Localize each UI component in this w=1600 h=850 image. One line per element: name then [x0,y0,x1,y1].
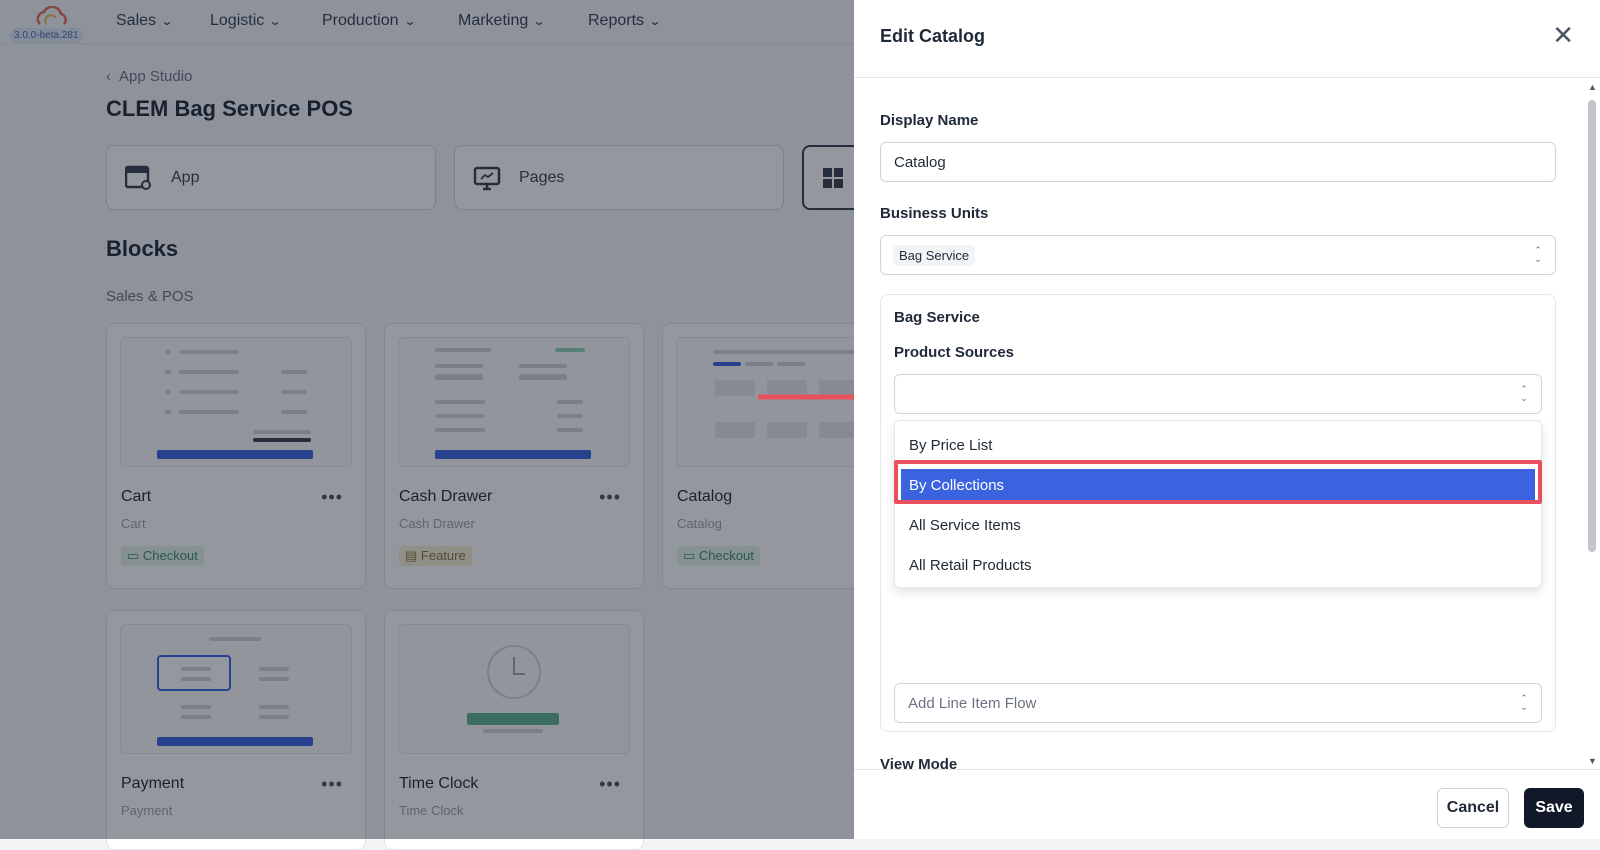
updown-chevron-icon: ⌃ ⌄ [1520,384,1528,403]
drawer-header: Edit Catalog ✕ [854,0,1600,78]
option-by-price-list[interactable]: By Price List [895,425,1543,465]
cancel-button[interactable]: Cancel [1437,788,1509,828]
scroll-up-icon[interactable]: ▲ [1588,82,1597,92]
option-all-retail-products[interactable]: All Retail Products [895,545,1543,585]
product-sources-dropdown: By Price List By Collections All Service… [894,420,1542,588]
display-name-value: Catalog [894,153,946,171]
add-line-item-placeholder: Add Line Item Flow [908,694,1037,712]
annotation-highlight-box [894,460,1542,504]
save-button[interactable]: Save [1524,788,1584,828]
business-units-select[interactable]: Bag Service ⌃ ⌄ [880,235,1556,275]
view-mode-label: View Mode [880,756,958,769]
display-name-input[interactable]: Catalog [880,142,1556,182]
scroll-down-icon[interactable]: ▼ [1588,756,1597,766]
updown-chevron-icon: ⌃ ⌄ [1534,245,1542,264]
drawer-title: Edit Catalog [880,26,986,46]
add-line-item-flow-select[interactable]: Add Line Item Flow ⌃ ⌄ [894,683,1542,723]
close-icon[interactable]: ✕ [1552,22,1574,48]
option-all-service-items[interactable]: All Service Items [895,505,1543,545]
display-name-label: Display Name [880,112,979,129]
drawer-footer: Cancel Save [854,769,1600,839]
group-title: Bag Service [894,309,980,326]
edit-catalog-drawer: Edit Catalog ✕ Display Name Catalog Busi… [854,0,1600,839]
product-sources-label: Product Sources [894,344,1015,361]
scrollbar-thumb[interactable] [1588,100,1596,552]
updown-chevron-icon: ⌃ ⌄ [1520,693,1528,712]
modal-overlay[interactable] [0,0,854,839]
business-units-label: Business Units [880,205,989,222]
business-unit-chip[interactable]: Bag Service [893,244,976,266]
product-sources-select[interactable]: ⌃ ⌄ [894,374,1542,414]
